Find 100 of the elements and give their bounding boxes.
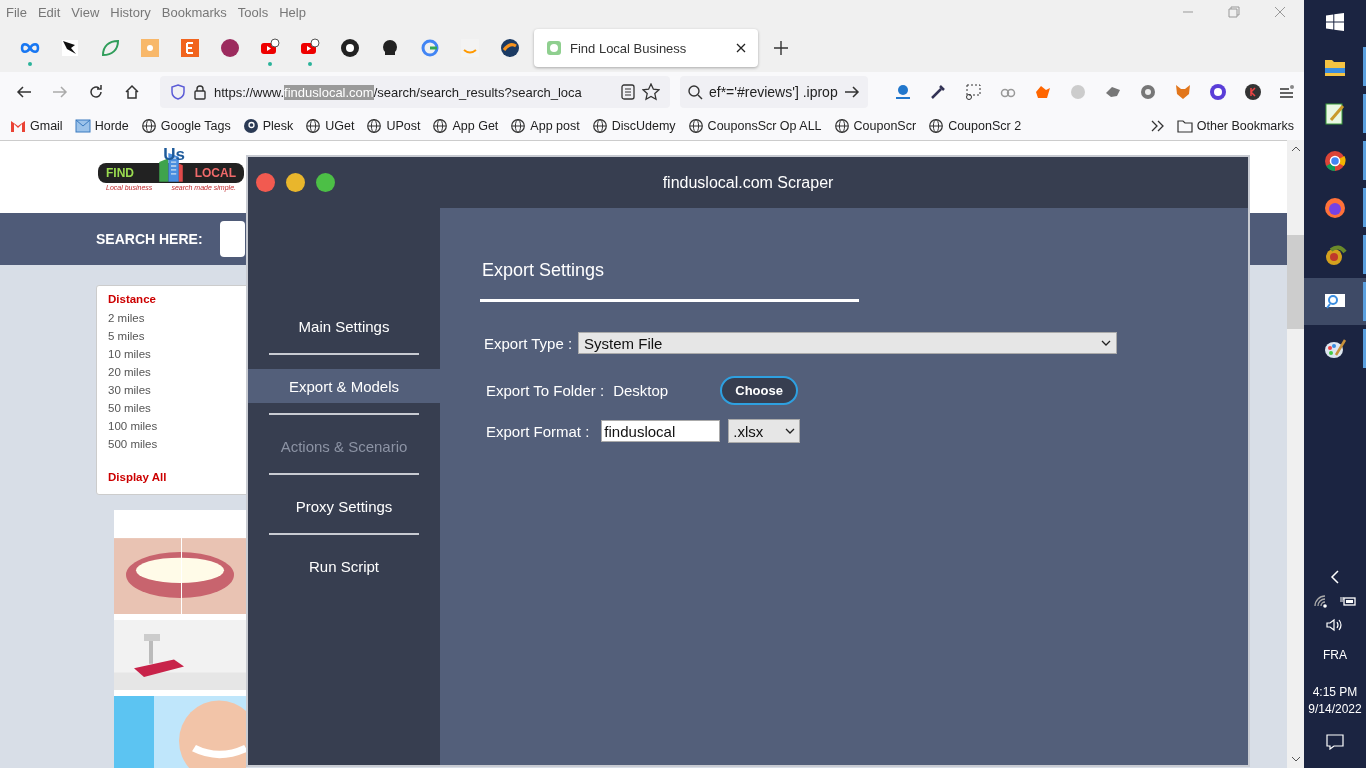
bookmark[interactable]: Plesk: [242, 119, 294, 133]
windows-icon[interactable]: [1326, 12, 1344, 31]
choose-button[interactable]: Choose: [720, 376, 799, 405]
lock-icon: [193, 84, 207, 100]
reload-icon[interactable]: [88, 84, 104, 100]
menu-item[interactable]: View: [71, 4, 100, 20]
menu-item[interactable]: Bookmarks: [161, 4, 227, 20]
volume-icon[interactable]: [1326, 618, 1344, 632]
mail-icon: [10, 119, 26, 133]
chevron-icon[interactable]: [1150, 120, 1165, 132]
caret-icon: [1101, 340, 1112, 346]
scroll-up-icon[interactable]: [1290, 146, 1301, 152]
bookmark[interactable]: CouponScr: [833, 119, 917, 133]
menu-item[interactable]: Edit: [37, 4, 61, 20]
globe-icon: [432, 119, 449, 133]
minimize-icon[interactable]: [286, 173, 305, 192]
close-icon[interactable]: [736, 43, 746, 53]
file-name-field[interactable]: finduslocal: [601, 420, 721, 442]
bookmark[interactable]: CouponsScr Op ALL: [687, 119, 822, 133]
distance-link[interactable]: 2 miles: [108, 309, 145, 327]
star-icon[interactable]: [642, 83, 660, 101]
nav-item[interactable]: Export & Models: [248, 369, 440, 403]
window-title: finduslocal.com Scraper: [662, 173, 834, 192]
globe-icon: [366, 119, 383, 133]
menu-item[interactable]: History: [110, 4, 151, 20]
bookmark[interactable]: Horde: [74, 119, 129, 133]
leaf-icon[interactable]: [100, 38, 120, 58]
menu-item[interactable]: File: [6, 4, 27, 20]
globe-icon: [591, 119, 608, 133]
display-all-link[interactable]: Display All: [108, 471, 167, 483]
search-input[interactable]: [219, 221, 245, 258]
menu-icon[interactable]: [1279, 84, 1295, 100]
ring-icon[interactable]: [420, 38, 440, 58]
extension-icon[interactable]: [1209, 83, 1227, 101]
scrollbar[interactable]: [1287, 140, 1304, 768]
search-field[interactable]: ef*='#reviews'] .iprop: [680, 76, 868, 108]
maximize-icon[interactable]: [316, 173, 335, 192]
notepad-icon: [1323, 101, 1347, 126]
bookmark[interactable]: Google Tags: [140, 119, 231, 133]
menu-item[interactable]: Help: [279, 4, 306, 20]
chrome-icon: [1323, 148, 1347, 173]
globe-icon: [305, 119, 322, 133]
distance-link[interactable]: 30 miles: [108, 381, 151, 399]
battery-icon[interactable]: [1339, 594, 1357, 608]
swirl-icon[interactable]: [500, 38, 520, 58]
new-tab-icon[interactable]: [774, 41, 788, 55]
folder-icon: [1176, 119, 1193, 133]
globe-icon: [833, 119, 850, 133]
globe-icon: [510, 119, 527, 133]
bookmark[interactable]: App post: [510, 119, 580, 133]
nav-item[interactable]: Run Script: [248, 549, 440, 583]
back-icon[interactable]: [16, 84, 32, 100]
language-indicator[interactable]: FRA: [1323, 648, 1347, 662]
distance-link[interactable]: 20 miles: [108, 363, 151, 381]
scroll-down-icon[interactable]: [1290, 756, 1301, 762]
field-label: Export Type :: [484, 334, 573, 352]
nav-item[interactable]: Main Settings: [248, 309, 440, 343]
distance-link[interactable]: 5 miles: [108, 327, 145, 345]
section-heading: Export Settings: [482, 260, 606, 281]
bookmark-folder[interactable]: Other Bookmarks: [1176, 119, 1294, 133]
format-select[interactable]: .xlsx: [728, 419, 801, 443]
page-icon: [546, 40, 562, 56]
distance-link[interactable]: 50 miles: [108, 399, 151, 417]
avatar-icon[interactable]: [1244, 83, 1262, 101]
bookmark[interactable]: Gmail: [10, 119, 63, 133]
bookmark[interactable]: App Get: [432, 119, 499, 133]
distance-link[interactable]: 100 miles: [108, 417, 158, 435]
distance-link[interactable]: 10 miles: [108, 345, 151, 363]
clock[interactable]: 4:15 PM 9/14/2022: [1308, 684, 1362, 718]
globe-icon: [687, 119, 704, 133]
filter-title: Distance: [108, 292, 156, 307]
bookmark[interactable]: UPost: [366, 119, 421, 133]
bookmark[interactable]: CouponScr 2: [928, 119, 1022, 133]
go-arrow-icon[interactable]: [844, 85, 860, 99]
bookmark[interactable]: DiscUdemy: [591, 119, 676, 133]
chameleon-icon: [1323, 242, 1347, 267]
menu-item[interactable]: Tools: [237, 4, 269, 20]
shield-icon: [170, 84, 186, 100]
home-icon[interactable]: [124, 84, 140, 100]
extension-icon[interactable]: [964, 83, 982, 101]
folder-value: Desktop: [613, 382, 670, 399]
bookmark[interactable]: UGet: [305, 119, 355, 133]
browser-tab[interactable]: Find Local Business: [534, 29, 758, 67]
address-bar[interactable]: https://www.finduslocal.com/search/search_results?search_loca: [160, 76, 670, 108]
distance-link[interactable]: 500 miles: [108, 435, 158, 453]
circle-icon: [242, 119, 259, 133]
notification-icon[interactable]: [1326, 734, 1344, 750]
export-type-select[interactable]: System File: [578, 332, 1118, 354]
square-icon[interactable]: [180, 38, 200, 58]
taskbar-app[interactable]: [1304, 278, 1366, 325]
reader-icon[interactable]: [621, 84, 635, 100]
disc-icon[interactable]: [220, 38, 240, 58]
wifi-icon[interactable]: [1313, 594, 1329, 608]
firefox-icon: [1323, 195, 1347, 220]
field-label: Export To Folder :: [486, 382, 605, 399]
extension-icon[interactable]: [929, 83, 947, 101]
globe-icon: [140, 119, 157, 133]
nav-item[interactable]: Proxy Settings: [248, 489, 440, 523]
scroll-thumb[interactable]: [1287, 235, 1304, 329]
mail-icon: [74, 119, 91, 133]
